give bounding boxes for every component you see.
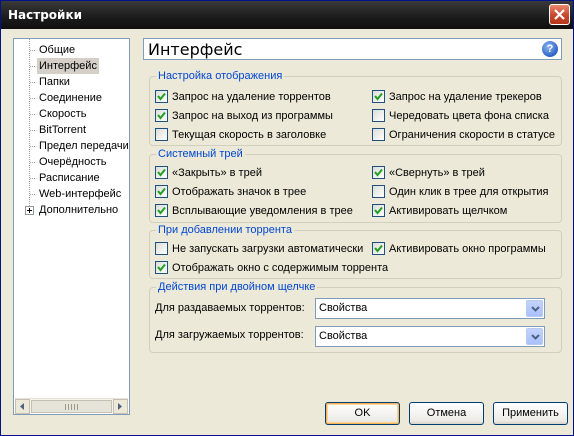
downloading-action-label: Для загружаемых торрентов: [155, 329, 304, 341]
checkmark-icon [157, 187, 166, 196]
seeding-action-select[interactable]: Свойства [315, 298, 545, 319]
chevron-down-icon [531, 334, 540, 340]
checkmark-icon [157, 168, 166, 177]
close-icon [554, 9, 565, 20]
group-title: Системный трей [156, 148, 245, 161]
tree-horizontal-scrollbar[interactable] [15, 398, 128, 414]
checkmark-icon [157, 111, 166, 120]
page-title: Интерфейс [148, 40, 243, 59]
arrow-left-icon [20, 403, 24, 410]
tree-item-web-ui[interactable]: Web-интерфейс [14, 186, 128, 202]
tree-item-advanced[interactable]: Дополнительно [14, 202, 128, 218]
checkmark-icon [374, 92, 383, 101]
checkmark-icon [374, 168, 383, 177]
checkmark-icon [157, 263, 166, 272]
group-title: При добавлении торрента [156, 224, 294, 237]
scroll-right-button[interactable] [113, 399, 128, 414]
tree-item-folders[interactable]: Папки [14, 74, 128, 90]
arrow-right-icon [118, 403, 122, 410]
help-icon[interactable]: ? [542, 41, 558, 57]
tree-item-transfer-cap[interactable]: Предел передачи [14, 138, 128, 154]
expand-plus-icon[interactable] [25, 206, 34, 215]
seeding-action-label: Для раздаваемых торрентов: [155, 302, 305, 314]
ok-button[interactable]: OK [325, 402, 400, 425]
tree-item-label: Расписание [39, 172, 100, 184]
tree-item-general[interactable]: Общие [14, 42, 128, 58]
checkmark-icon [157, 92, 166, 101]
checkmark-icon [157, 206, 166, 215]
dropdown-button[interactable] [526, 300, 543, 317]
tree-item-label: Общие [39, 44, 76, 56]
checkmark-icon [374, 244, 383, 253]
apply-button[interactable]: Применить [493, 402, 568, 425]
tree-item-label: Дополнительно [39, 204, 119, 216]
tree-item-connection[interactable]: Соединение [14, 90, 128, 106]
dialog-body: Общие Интерфейс Папки Соединение Скорост… [4, 29, 570, 434]
tree-item-label: BitTorrent [39, 124, 87, 136]
grip-icon [65, 404, 78, 410]
category-tree[interactable]: Общие Интерфейс Папки Соединение Скорост… [13, 38, 130, 415]
tree-item-scheduler[interactable]: Расписание [14, 170, 128, 186]
downloading-action-select[interactable]: Свойства [315, 326, 545, 347]
page-header: Интерфейс ? [143, 38, 562, 60]
dropdown-button[interactable] [526, 328, 543, 345]
tree-item-label: Папки [39, 76, 70, 88]
settings-window: Настройки Общие Интерфейс Папки Соединен… [0, 0, 574, 436]
tree-item-speed[interactable]: Скорость [14, 106, 128, 122]
tree-item-label: Web-интерфейс [39, 188, 122, 200]
tree-item-interface[interactable]: Интерфейс [14, 58, 128, 74]
tree-item-label: Скорость [39, 108, 87, 120]
title-bar[interactable]: Настройки [1, 1, 573, 29]
tree-item-label: Предел передачи [39, 140, 128, 152]
tree-item-bittorrent[interactable]: BitTorrent [14, 122, 128, 138]
chevron-down-icon [531, 306, 540, 312]
checkmark-icon [374, 206, 383, 215]
group-title: Настройка отображения [156, 70, 285, 83]
cancel-button[interactable]: Отмена [409, 402, 484, 425]
tree-item-queueing[interactable]: Очерёдность [14, 154, 128, 170]
tree-item-label: Соединение [39, 92, 103, 104]
window-title: Настройки [8, 8, 83, 22]
scroll-left-button[interactable] [15, 399, 30, 414]
tree-item-label: Интерфейс [37, 58, 99, 74]
tree-item-label: Очерёдность [39, 156, 107, 168]
scrollbar-thumb[interactable] [31, 400, 112, 413]
group-title: Действия при двойном щелчке [156, 281, 318, 294]
close-button[interactable] [549, 4, 570, 25]
